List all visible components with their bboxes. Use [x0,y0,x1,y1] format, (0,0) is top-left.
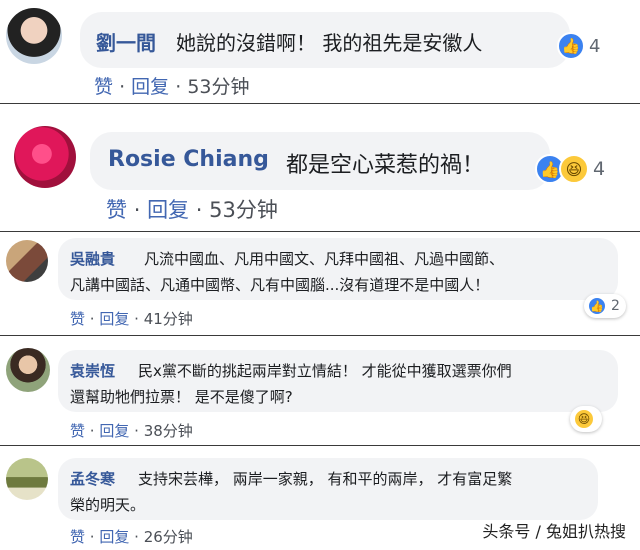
comment-actions: 赞 · 回复 · 41分钟 [70,308,193,329]
avatar[interactable] [6,240,48,282]
like-link[interactable]: 赞 [70,310,85,328]
commenter-name[interactable]: 吳融貴 [70,248,115,269]
comment-actions: 赞 · 回复 · 26分钟 [70,526,193,547]
separator: · [133,198,141,222]
reaction-count: 4 [589,35,601,57]
reply-link[interactable]: 回复 [147,198,189,222]
watermark: 头条号 / 兔姐扒热搜 [482,522,626,541]
avatar[interactable] [14,126,76,188]
commenter-name[interactable]: Rosie Chiang [108,147,269,172]
reaction-count: 4 [593,158,606,180]
comment-bubble: 袁崇恆 民x黨不斷的挑起兩岸對立情結！ 才能從中獲取選票你們 還幫助牠們拉票！ … [58,350,618,412]
avatar[interactable] [6,348,50,392]
separator: · [134,310,139,328]
separator: · [195,198,203,222]
comment-4: 袁崇恆 民x黨不斷的挑起兩岸對立情結！ 才能從中獲取選票你們 還幫助牠們拉票！ … [0,336,640,446]
comment-actions: 赞 · 回复 · 53分钟 [106,194,278,224]
like-icon: 👍 [557,32,585,60]
like-link[interactable]: 赞 [70,422,85,440]
reply-link[interactable]: 回复 [99,528,129,546]
timestamp[interactable]: 53分钟 [209,198,278,222]
separator: · [89,422,95,440]
reply-link[interactable]: 回复 [99,310,129,328]
timestamp[interactable]: 38分钟 [144,422,193,440]
timestamp[interactable]: 26分钟 [144,528,193,546]
reaction-summary[interactable]: 👍 4 [554,30,606,62]
comment-bubble: 孟冬寒 支持宋芸樺， 兩岸一家親， 有和平的兩岸， 才有富足繁 榮的明天。 [58,458,598,520]
comment-2: Rosie Chiang 都是空心菜惹的禍！ 👍 😆 4 赞 · 回复 · 53… [0,104,640,232]
separator: · [175,76,182,98]
reply-link[interactable]: 回复 [99,422,129,440]
comment-actions: 赞 · 回复 · 38分钟 [70,420,193,441]
comment-actions: 赞 · 回复 · 53分钟 [94,72,250,99]
timestamp[interactable]: 41分钟 [144,310,193,328]
commenter-name[interactable]: 劉一間 [96,27,156,56]
comment-text-line2: 榮的明天。 [70,496,146,514]
separator: · [134,422,139,440]
comment-3: 吳融貴 凡流中國血、凡用中國文、凡拜中國祖、凡過中國節、 凡講中國話、凡通中國幣… [0,232,640,336]
like-link[interactable]: 赞 [70,528,85,546]
comment-text-line2: 凡講中國話、凡通中國幣、凡有中國腦...沒有道理不是中國人！ [70,276,490,294]
separator: · [119,76,126,98]
comment-bubble: 劉一間 她說的沒錯啊！ 我的祖先是安徽人 [80,12,570,68]
reaction-summary[interactable]: 👍 😆 4 [532,152,611,186]
comment-text: 她說的沒錯啊！ 我的祖先是安徽人 [176,31,483,55]
haha-icon: 😆 [559,154,589,184]
avatar[interactable] [6,8,62,64]
comment-text: 都是空心菜惹的禍！ [286,153,485,178]
like-link[interactable]: 赞 [94,76,113,98]
timestamp[interactable]: 53分钟 [187,76,249,98]
comment-text-line2: 還幫助牠們拉票！ 是不是傻了啊? [70,388,293,406]
reaction-summary[interactable]: 👍 2 [584,294,626,318]
separator: · [89,310,95,328]
comment-text-line1: 支持宋芸樺， 兩岸一家親， 有和平的兩岸， 才有富足繁 [138,470,513,488]
comment-text-line1: 凡流中國血、凡用中國文、凡拜中國祖、凡過中國節、 [144,250,505,268]
commenter-name[interactable]: 袁崇恆 [70,360,115,381]
avatar[interactable] [6,458,48,500]
reaction-count: 2 [611,298,620,314]
haha-icon: 😆 [573,408,595,430]
comment-1: 劉一間 她說的沒錯啊！ 我的祖先是安徽人 👍 4 赞 · 回复 · 53分钟 [0,0,640,104]
comment-bubble: 吳融貴 凡流中國血、凡用中國文、凡拜中國祖、凡過中國節、 凡講中國話、凡通中國幣… [58,238,618,300]
separator: · [89,528,95,546]
reaction-summary[interactable]: 😆 [570,406,602,432]
commenter-name[interactable]: 孟冬寒 [70,468,115,489]
comment-text-line1: 民x黨不斷的挑起兩岸對立情結！ 才能從中獲取選票你們 [138,362,512,380]
like-link[interactable]: 赞 [106,198,127,222]
comment-bubble: Rosie Chiang 都是空心菜惹的禍！ [90,132,550,190]
reply-link[interactable]: 回复 [131,76,169,98]
separator: · [134,528,139,546]
like-icon: 👍 [587,296,607,316]
